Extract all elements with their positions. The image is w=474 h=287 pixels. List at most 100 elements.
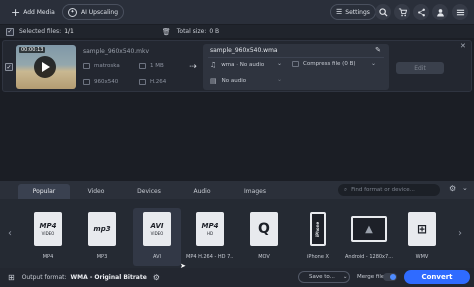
codec-info: H.264 xyxy=(139,79,166,85)
mp4-icon-sub: VIDEO xyxy=(41,231,55,236)
chevron-down-icon[interactable]: ⌄ xyxy=(277,76,282,83)
avi-icon-sub: VIDEO xyxy=(150,231,164,236)
format-search-input[interactable]: ⌕ Find format or device... xyxy=(338,184,440,196)
selected-files-value: 1/1 xyxy=(64,28,74,35)
format-wmv[interactable]: ⊞ WMV xyxy=(398,208,446,266)
container-info: matroska xyxy=(83,63,120,69)
add-media-label: Add Media xyxy=(23,8,55,16)
edit-button[interactable]: Edit xyxy=(396,62,444,74)
output-settings-box: sample_960x540.wma ✎ ♫ wma · No audio ⌄ … xyxy=(203,44,389,90)
output-format-label: Output format: xyxy=(21,274,67,281)
format-mov[interactable]: Q MOV xyxy=(240,208,288,266)
collapse-icon[interactable]: ⌄ xyxy=(462,184,468,192)
format-iphone-x[interactable]: iPhone iPhone X xyxy=(294,208,342,266)
bottom-bar: ⊞ Output format: WMA - Original Bitrate … xyxy=(0,268,474,287)
resolution-info: 960x540 xyxy=(83,79,118,85)
save-to-button[interactable]: Save to... ⌄ xyxy=(298,271,350,283)
subtitle-icon: ▤ xyxy=(210,77,217,85)
compress-icon xyxy=(292,61,299,67)
settings-button[interactable]: ☰ Settings xyxy=(330,4,376,20)
mouse-cursor-icon: ➤ xyxy=(180,262,186,270)
source-file-name: sample_960x540.mkv xyxy=(83,48,150,55)
save-to-label: Save to... xyxy=(309,274,335,280)
select-all-checkbox[interactable]: ✓ xyxy=(6,27,14,36)
windows-logo-icon: ⊞ xyxy=(8,273,15,282)
format-label: MOV xyxy=(258,254,270,260)
tab-audio[interactable]: Audio xyxy=(176,184,228,199)
codec-icon xyxy=(139,79,146,85)
iphone-icon: iPhone xyxy=(310,212,326,246)
format-label: MP3 xyxy=(96,254,108,260)
ai-upscaling-label: AI Upscaling xyxy=(81,8,119,16)
chevron-down-icon: ⌄ xyxy=(342,274,348,280)
audio-track-select[interactable]: ♫ wma · No audio xyxy=(210,61,264,69)
avi-icon: AVI VIDEO xyxy=(143,212,171,246)
ai-upscaling-button[interactable]: ✦ AI Upscaling xyxy=(62,4,125,20)
format-list: ‹ MP4 VIDEO MP4 mp3 MP3 AVI VIDEO AVI MP4 H… xyxy=(0,206,474,268)
audio-track-value: wma · No audio xyxy=(221,62,265,68)
convert-button[interactable]: Convert xyxy=(404,270,470,284)
music-note-icon: ♫ xyxy=(210,61,217,69)
format-android[interactable]: ▲ Android - 1280x7... xyxy=(345,208,393,266)
search-icon[interactable] xyxy=(375,4,391,20)
cart-icon[interactable] xyxy=(394,4,410,20)
duration-badge: 00:00:13 xyxy=(19,47,46,53)
subtitle-select[interactable]: ▤ No audio xyxy=(210,77,246,85)
compress-value: Compress file (0 B) xyxy=(303,61,356,67)
format-mp4-h264-hd[interactable]: MP4 HD MP4 H.264 - HD 7... xyxy=(186,208,234,266)
film-icon xyxy=(83,63,90,69)
format-label: MP4 xyxy=(42,254,54,260)
add-media-button[interactable]: + Add Media xyxy=(6,4,60,20)
format-label: Android - 1280x7... xyxy=(345,254,393,260)
settings-label: Settings xyxy=(345,8,370,16)
format-label: MP4 H.264 - HD 7... xyxy=(186,254,234,260)
format-tabs: Popular Video Devices Audio Images ⌕ Fin… xyxy=(0,181,474,199)
file-checkbox[interactable]: ✓ xyxy=(5,63,13,71)
format-search-placeholder: Find format or device... xyxy=(351,187,415,193)
tab-images[interactable]: Images xyxy=(229,184,281,199)
mp3-icon: mp3 xyxy=(88,212,116,246)
divider xyxy=(208,57,384,58)
selection-bar: ✓ Selected files: 1/1 🗑 Total size: 0 B xyxy=(0,25,474,38)
play-icon[interactable] xyxy=(34,56,56,78)
mp4-hd-icon-sub: HD xyxy=(206,231,214,236)
quicktime-icon: Q xyxy=(250,212,278,246)
selected-files-label: Selected files: xyxy=(19,28,62,35)
chevron-left-icon[interactable]: ‹ xyxy=(8,228,12,239)
pencil-icon[interactable]: ✎ xyxy=(375,46,381,54)
gear-icon[interactable]: ⚙ xyxy=(449,184,456,193)
format-label: AVI xyxy=(153,254,161,260)
output-file-name[interactable]: sample_960x540.wma xyxy=(210,47,278,54)
windows-icon: ⊞ xyxy=(408,212,436,246)
tab-devices[interactable]: Devices xyxy=(123,184,175,199)
merge-files-toggle[interactable] xyxy=(383,273,397,281)
format-mp4[interactable]: MP4 VIDEO MP4 xyxy=(24,208,72,266)
avi-icon-text: AVI xyxy=(150,222,164,230)
share-icon[interactable] xyxy=(413,4,429,20)
subtitle-value: No audio xyxy=(221,78,247,84)
resolution-icon xyxy=(83,79,90,85)
size-value: 1 MB xyxy=(150,63,164,69)
total-size-value: 0 B xyxy=(209,28,220,35)
trash-icon[interactable]: 🗑 xyxy=(162,28,171,36)
format-mp3[interactable]: mp3 MP3 xyxy=(78,208,126,266)
chevron-down-icon[interactable]: ⌄ xyxy=(277,60,282,67)
convert-arrow-icon: ⇢ xyxy=(189,62,197,72)
format-label: iPhone X xyxy=(307,254,329,260)
output-format-value[interactable]: WMA - Original Bitrate xyxy=(71,274,147,281)
video-thumbnail[interactable]: 00:00:13 xyxy=(16,45,76,89)
gear-icon[interactable]: ⚙ xyxy=(153,273,160,282)
mp4-hd-icon-text: MP4 xyxy=(201,222,219,230)
format-avi[interactable]: AVI VIDEO AVI xyxy=(133,208,181,266)
mp4-hd-icon: MP4 HD xyxy=(196,212,224,246)
tab-popular[interactable]: Popular xyxy=(18,184,70,199)
chevron-down-icon[interactable]: ⌄ xyxy=(371,60,376,67)
tab-video[interactable]: Video xyxy=(70,184,122,199)
close-icon[interactable]: ✕ xyxy=(460,42,466,50)
compress-file-select[interactable]: Compress file (0 B) xyxy=(292,61,356,67)
chevron-right-icon[interactable]: › xyxy=(458,228,462,239)
menu-icon[interactable] xyxy=(452,4,468,20)
ai-icon: ✦ xyxy=(68,7,77,17)
plus-icon: + xyxy=(11,5,21,19)
account-icon[interactable] xyxy=(432,4,448,20)
